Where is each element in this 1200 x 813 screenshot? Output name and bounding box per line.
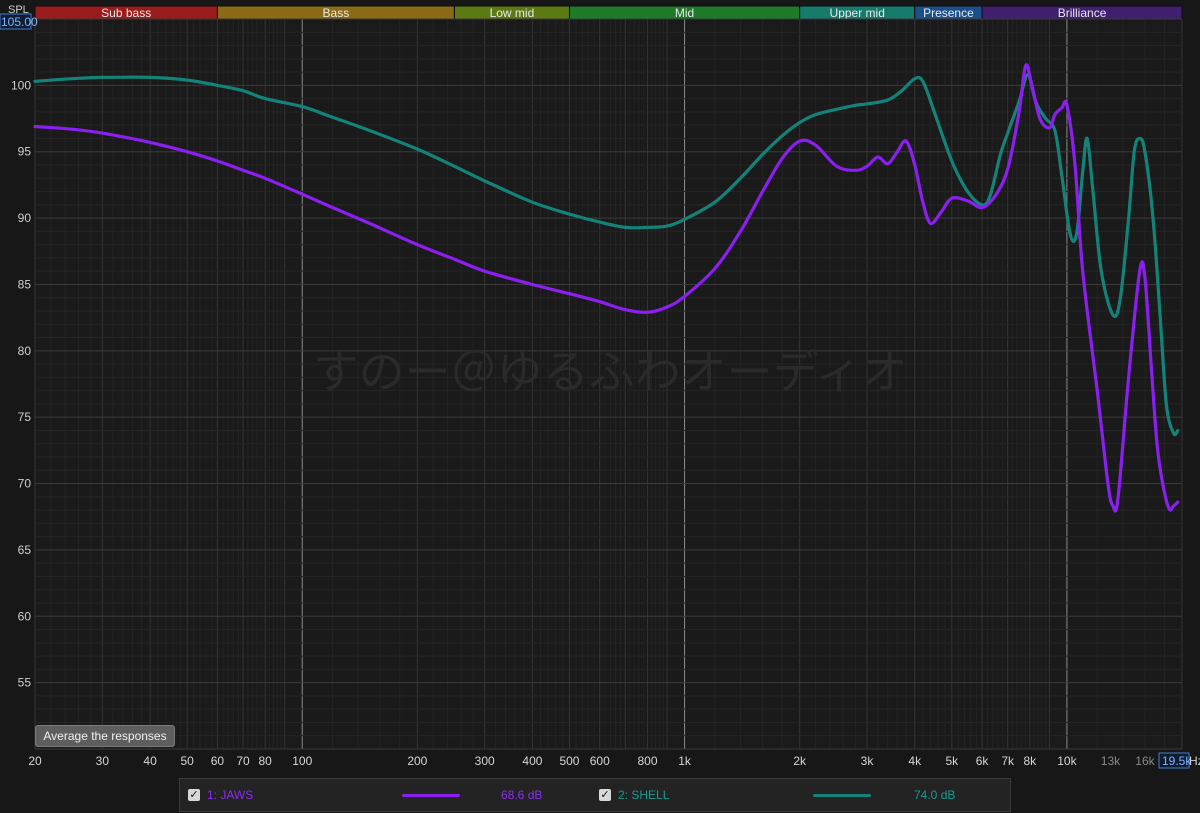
legend-item-shell[interactable]: ✓ 2: SHELL 74.0 dB xyxy=(590,779,1010,813)
legend-value-jaws: 68.6 dB xyxy=(501,788,543,802)
y-tick-label: 100 xyxy=(11,78,31,92)
x-tick-label: 600 xyxy=(590,754,610,768)
band-label: Presence xyxy=(923,6,974,20)
watermark: すのー＠ゆるふわオーディオ xyxy=(313,345,908,399)
x-tick-label: 500 xyxy=(559,754,579,768)
x-unit-label: Hz xyxy=(1189,754,1200,768)
x-tick-label: 60 xyxy=(211,754,225,768)
band-label: Low mid xyxy=(490,6,535,20)
y-tick-label: 80 xyxy=(18,344,32,358)
x-tick-label: 70 xyxy=(236,754,250,768)
x-tick-label: 8k xyxy=(1024,754,1038,768)
legend-label-shell: 2: SHELL xyxy=(618,788,670,802)
legend-line-jaws xyxy=(402,794,460,797)
band-label: Bass xyxy=(323,6,350,20)
x-tick-label: 3k xyxy=(861,754,875,768)
band-label: Sub bass xyxy=(101,6,151,20)
y-tick-label: 75 xyxy=(18,410,32,424)
frequency-response-chart: Sub bass Bass Low mid Mid Upper mid Presence B… xyxy=(0,4,1200,769)
x-tick-label: 10k xyxy=(1057,754,1077,768)
y-tick-label: 65 xyxy=(18,543,32,557)
x-tick-label: 200 xyxy=(407,754,427,768)
x-tick-label: 5k xyxy=(945,754,959,768)
y-tick-label: 95 xyxy=(18,145,32,159)
x-tick-label: 50 xyxy=(180,754,194,768)
x-tick-label: 80 xyxy=(259,754,273,768)
x-tick-label: 4k xyxy=(908,754,922,768)
band-label: Upper mid xyxy=(830,6,885,20)
y-tick-label: 60 xyxy=(18,609,32,623)
legend-label-jaws: 1: JAWS xyxy=(207,788,254,802)
legend-value-shell: 74.0 dB xyxy=(914,788,956,802)
x-tick-label: 400 xyxy=(522,754,542,768)
x-tick-label: 2k xyxy=(793,754,807,768)
x-right-readout: 19.5k xyxy=(1162,754,1192,768)
y-tick-label: 85 xyxy=(18,277,32,291)
x-tick-label: 16k xyxy=(1135,754,1155,768)
x-tick-label: 13k xyxy=(1101,754,1121,768)
x-tick-label: 7k xyxy=(1001,754,1015,768)
y-tick-label: 70 xyxy=(18,477,32,491)
y-top-readout: 105.00 xyxy=(1,15,38,29)
x-tick-label: 300 xyxy=(475,754,495,768)
legend-bar: ✓ 1: JAWS 68.6 dB ✓ 2: SHELL 74.0 dB xyxy=(179,778,1011,812)
legend-item-jaws[interactable]: ✓ 1: JAWS 68.6 dB xyxy=(180,779,590,813)
x-tick-label: 40 xyxy=(143,754,157,768)
x-tick-label: 800 xyxy=(638,754,658,768)
x-tick-label: 100 xyxy=(292,754,312,768)
band-label: Mid xyxy=(675,6,694,20)
band-label: Brilliance xyxy=(1058,6,1107,20)
frequency-bands: Sub bass Bass Low mid Mid Upper mid Presence B… xyxy=(34,5,1183,20)
x-tick-label: 20 xyxy=(28,754,42,768)
x-tick-label: 30 xyxy=(96,754,110,768)
average-responses-button[interactable]: Average the responses xyxy=(35,725,175,747)
legend-checkbox-jaws[interactable]: ✓ xyxy=(188,789,200,801)
y-tick-label: 55 xyxy=(18,676,32,690)
legend-checkbox-shell[interactable]: ✓ xyxy=(599,789,611,801)
x-tick-label: 6k xyxy=(976,754,990,768)
y-tick-label: 90 xyxy=(18,211,32,225)
legend-line-shell xyxy=(813,794,871,797)
x-tick-label: 1k xyxy=(678,754,692,768)
